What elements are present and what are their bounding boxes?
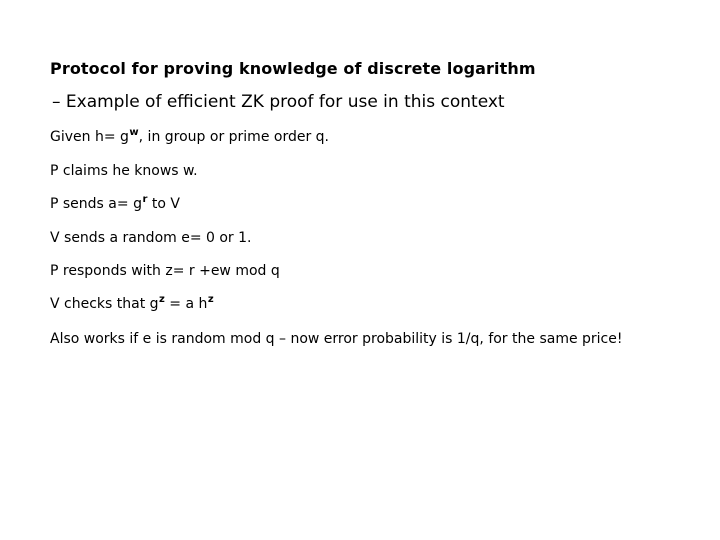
protocol-step-p-sends: P sends a= gr to V	[50, 194, 670, 215]
slide-content-block: Protocol for proving knowledge of discre…	[50, 58, 670, 349]
slide-subtitle: – Example of efficient ZK proof for use …	[52, 92, 505, 112]
superscript-exponent: w	[129, 127, 139, 138]
slide-canvas: Protocol for proving knowledge of discre…	[0, 0, 720, 540]
closing-paragraph: Also works if e is random mod q – now er…	[50, 331, 623, 347]
page-title: Protocol for proving knowledge of discre…	[50, 59, 536, 78]
step-text-pre: Given h= g	[50, 129, 129, 145]
step-text-post: = a h	[164, 296, 208, 312]
protocol-step-p-responds: P responds with z= r +ew mod q	[50, 262, 670, 281]
step-text-pre: P sends a= g	[50, 196, 142, 212]
protocol-step-v-sends: V sends a random e= 0 or 1.	[50, 229, 670, 248]
step-text-post: to V	[147, 196, 180, 212]
superscript-exponent: r	[142, 194, 148, 205]
protocol-step-v-checks: V checks that gz = a hz	[50, 294, 670, 315]
step-text-pre: P responds with z= r +ew mod q	[50, 263, 280, 279]
step-text-pre: V checks that g	[50, 296, 159, 312]
protocol-step-p-claims: P claims he knows w.	[50, 162, 670, 181]
superscript-exponent-second: z	[207, 294, 214, 305]
protocol-step-given: Given h= gw, in group or prime order q.	[50, 127, 670, 148]
step-text-pre: P claims he knows w.	[50, 163, 198, 179]
superscript-exponent: z	[159, 294, 165, 305]
step-text-post: , in group or prime order q.	[138, 129, 330, 145]
step-text-pre: V sends a random e= 0 or 1.	[50, 230, 252, 246]
